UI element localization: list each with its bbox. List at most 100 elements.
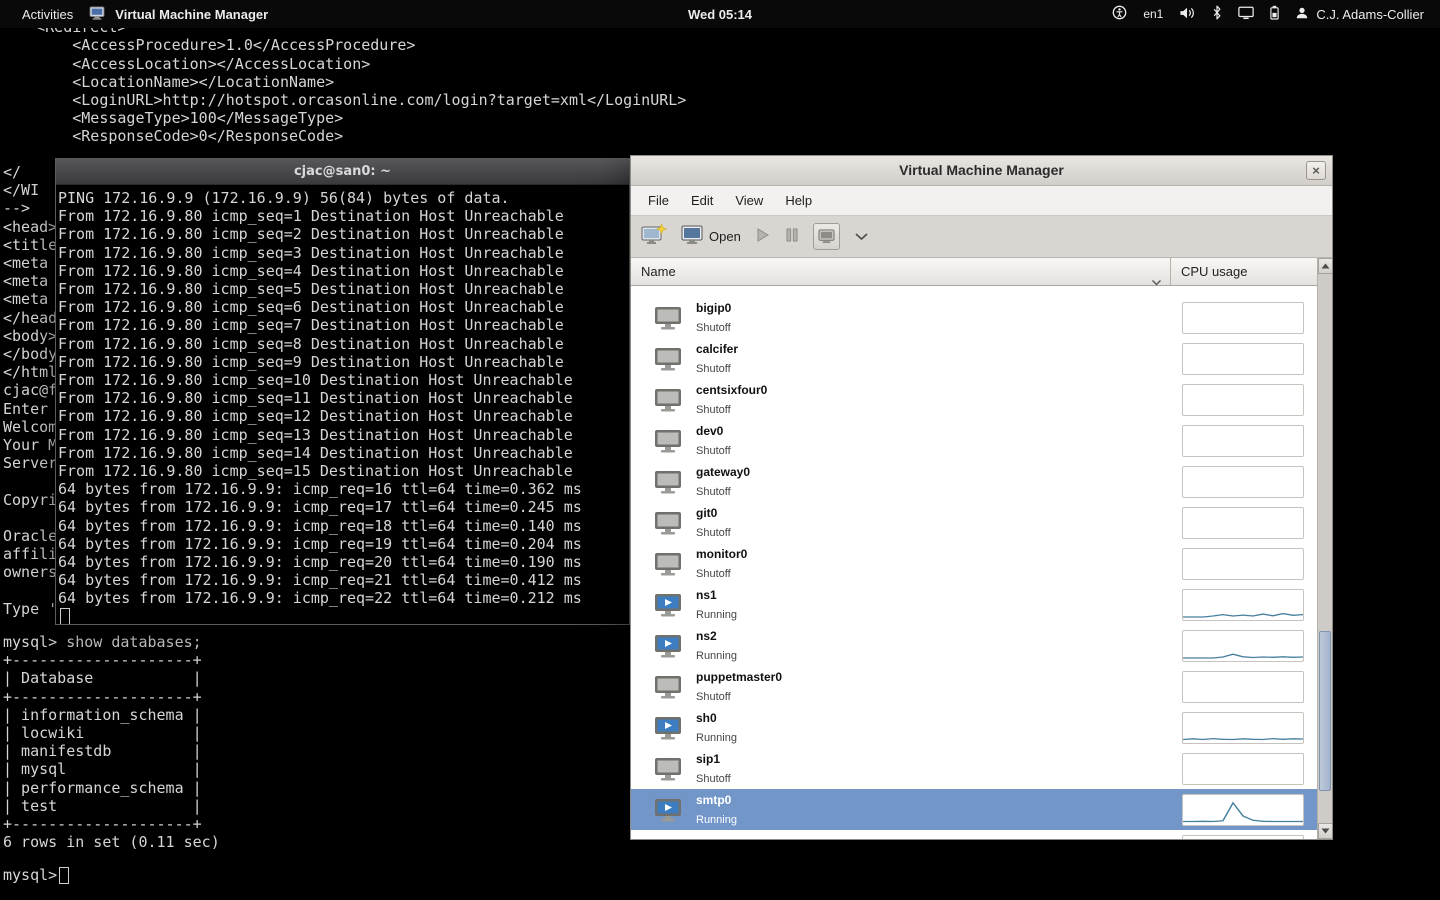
menu-file[interactable]: File <box>637 188 680 213</box>
scrollbar-thumb[interactable] <box>1319 631 1331 791</box>
pause-icon <box>785 227 799 246</box>
shutdown-button[interactable] <box>812 223 840 250</box>
vm-monitor-icon <box>654 306 684 330</box>
top-bar: Activities Virtual Machine Manager Wed 0… <box>0 0 1440 28</box>
vm-row[interactable]: sip1 Shutoff <box>631 748 1317 789</box>
terminal-body[interactable]: PING 172.16.9.9 (172.16.9.9) 56(84) byte… <box>56 185 629 624</box>
vm-row[interactable]: puppetmaster0 Shutoff <box>631 666 1317 707</box>
ping-output: PING 172.16.9.9 (172.16.9.9) 56(84) byte… <box>58 189 582 608</box>
vm-status: Running <box>696 731 737 744</box>
pause-button[interactable] <box>785 227 799 246</box>
vm-name: calcifer <box>696 342 739 357</box>
vm-monitor-icon <box>654 593 684 617</box>
vm-name: bigip0 <box>696 301 732 316</box>
terminal-window[interactable]: cjac@san0: ~ PING 172.16.9.9 (172.16.9.9… <box>55 158 630 625</box>
vm-monitor-icon <box>654 716 684 740</box>
vm-name: monitor0 <box>696 547 748 562</box>
cpu-usage-cell <box>1182 506 1304 539</box>
vm-name: sh0 <box>696 711 717 726</box>
vmm-window-title: Virtual Machine Manager <box>899 162 1064 178</box>
name-sort-caret-icon[interactable] <box>1151 268 1162 295</box>
vm-row[interactable]: test0 <box>631 830 1317 839</box>
run-button[interactable] <box>755 227 771 246</box>
vm-name: dev0 <box>696 424 724 439</box>
vm-status: Shutoff <box>696 690 731 703</box>
vm-row[interactable]: bigip0 Shutoff <box>631 297 1317 338</box>
close-button[interactable]: × <box>1306 161 1326 180</box>
shutdown-menu-caret[interactable] <box>854 228 869 246</box>
vmm-toolbar: Open <box>631 216 1332 258</box>
cpu-usage-cell <box>1182 424 1304 457</box>
cpu-usage-cell <box>1182 301 1304 334</box>
vm-status: Shutoff <box>696 772 731 785</box>
background-terminal-mysql-output: mysql> show databases; +----------------… <box>3 633 220 852</box>
column-header-name[interactable]: Name <box>631 258 1171 286</box>
cpu-usage-cell <box>1182 629 1304 662</box>
background-terminal-left-fragments: </ </WI --> <head> <title <meta <meta <m… <box>3 163 58 618</box>
vm-row[interactable]: sh0 Running <box>631 707 1317 748</box>
menu-view[interactable]: View <box>724 188 774 213</box>
vm-row[interactable]: monitor0 Shutoff <box>631 543 1317 584</box>
list-header: Name CPU usage <box>631 258 1317 286</box>
vm-monitor-icon <box>654 429 684 453</box>
vertical-scrollbar[interactable] <box>1317 258 1332 839</box>
vm-list: bigip0 Shutoff calcifer Shutoff centsixf… <box>631 286 1317 839</box>
vm-row[interactable]: ns1 Running <box>631 584 1317 625</box>
vm-row[interactable]: dev0 Shutoff <box>631 420 1317 461</box>
cpu-usage-cell <box>1182 588 1304 621</box>
volume-icon[interactable] <box>1179 6 1196 23</box>
menu-edit[interactable]: Edit <box>680 188 724 213</box>
cpu-usage-cell <box>1182 834 1304 839</box>
column-header-cpu[interactable]: CPU usage <box>1171 258 1317 285</box>
cpu-usage-cell <box>1182 465 1304 498</box>
vmm-menubar: File Edit View Help <box>631 186 1332 216</box>
activities-button[interactable]: Activities <box>16 3 79 26</box>
vm-monitor-icon <box>654 552 684 576</box>
vm-monitor-icon <box>654 757 684 781</box>
vm-row[interactable]: smtp0 Running <box>631 789 1317 830</box>
vm-name: ns1 <box>696 588 717 603</box>
vm-row[interactable]: git0 Shutoff <box>631 502 1317 543</box>
mysql-prompt-line[interactable]: mysql> <box>3 866 70 884</box>
open-button-label: Open <box>709 229 741 244</box>
vm-name: puppetmaster0 <box>696 670 783 685</box>
cpu-usage-cell <box>1182 752 1304 785</box>
vm-monitor-icon <box>654 634 684 658</box>
user-name: C.J. Adams-Collier <box>1316 6 1424 22</box>
cpu-usage-cell <box>1182 383 1304 416</box>
display-icon[interactable] <box>1238 6 1255 23</box>
keyboard-layout-indicator[interactable]: en1 <box>1143 7 1163 21</box>
vm-status: Shutoff <box>696 567 731 580</box>
vm-monitor-icon <box>654 839 684 840</box>
scroll-up-button[interactable] <box>1318 258 1332 274</box>
user-menu[interactable]: C.J. Adams-Collier <box>1295 6 1424 23</box>
accessibility-icon[interactable] <box>1112 5 1127 23</box>
scroll-down-button[interactable] <box>1318 823 1332 839</box>
vm-status: Running <box>696 608 737 621</box>
new-vm-icon <box>641 223 668 249</box>
cpu-usage-cell <box>1182 670 1304 703</box>
vm-name: smtp0 <box>696 793 732 808</box>
vm-name: centsixfour0 <box>696 383 768 398</box>
vm-status: Shutoff <box>696 526 731 539</box>
vm-row[interactable]: ns2 Running <box>631 625 1317 666</box>
terminal-cursor <box>59 866 70 884</box>
focused-app-title[interactable]: Virtual Machine Manager <box>115 7 268 22</box>
open-button[interactable]: Open <box>681 225 741 248</box>
bluetooth-icon[interactable] <box>1212 5 1222 23</box>
menu-help[interactable]: Help <box>774 188 823 213</box>
terminal-title-bar[interactable]: cjac@san0: ~ <box>56 159 629 185</box>
vmm-window[interactable]: Virtual Machine Manager × File Edit View… <box>630 155 1333 840</box>
new-vm-button[interactable] <box>641 223 668 249</box>
vm-status: Running <box>696 649 737 662</box>
vm-name: sip1 <box>696 752 721 767</box>
app-icon <box>89 5 105 23</box>
vm-row[interactable]: gateway0 Shutoff <box>631 461 1317 502</box>
vm-row[interactable]: calcifer Shutoff <box>631 338 1317 379</box>
cpu-usage-cell <box>1182 342 1304 375</box>
battery-icon[interactable] <box>1270 5 1280 23</box>
vm-name: git0 <box>696 506 718 521</box>
vm-row[interactable]: centsixfour0 Shutoff <box>631 379 1317 420</box>
vmm-title-bar[interactable]: Virtual Machine Manager × <box>631 156 1332 186</box>
user-icon <box>1295 6 1309 23</box>
